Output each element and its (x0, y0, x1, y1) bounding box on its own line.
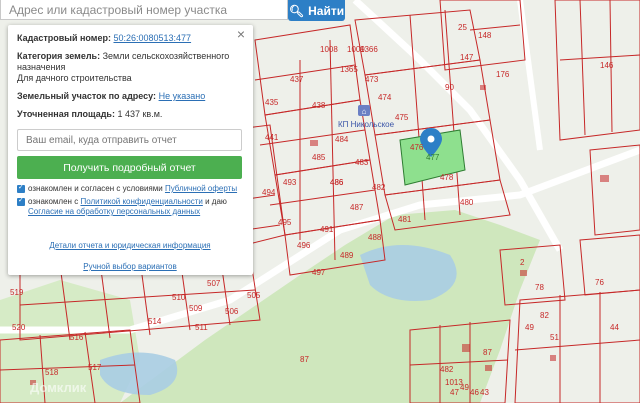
parcel-number-label: 438 (312, 101, 326, 110)
poi-icon: ⌂ (358, 105, 370, 116)
svg-text:⌂: ⌂ (362, 107, 367, 116)
close-icon[interactable]: × (237, 27, 245, 41)
parcel-number-label: 46 (470, 388, 479, 397)
parcel-number-label: 507 (207, 279, 221, 288)
parcel-number-label: 1365 (340, 65, 358, 74)
parcel-number-label: 25 (458, 23, 467, 32)
parcel-number-label: 484 (335, 135, 349, 144)
parcel-number-label: 482 (440, 365, 454, 374)
parcel-number-label: 485 (312, 153, 326, 162)
parcel-number-label: 518 (45, 368, 59, 377)
consent-privacy-checkbox[interactable] (17, 196, 25, 206)
selected-parcel-label: 477 (426, 153, 440, 162)
parcel-number-label: 483 (355, 158, 369, 167)
area-row: Уточненная площадь: 1 437 кв.м. (17, 109, 243, 120)
search-input[interactable] (0, 0, 288, 20)
parcel-number-label: 494 (262, 188, 276, 197)
consent-offer-text: ознакомлен и согласен с условиями (28, 184, 163, 193)
search-button[interactable]: 🔍︎ Найти (288, 0, 345, 21)
parcel-number-label: 495 (278, 218, 292, 227)
search-bar: 🔍︎ Найти (0, 0, 345, 22)
offer-link[interactable]: Публичной оферты (165, 184, 237, 193)
consent-offer: ознакомлен и согласен с условиями Публич… (17, 183, 243, 194)
category-row: Категория земель: Земли сельскохозяйстве… (17, 51, 243, 84)
parcel-number-label: 514 (148, 317, 162, 326)
parcel-number-label: 176 (496, 70, 510, 79)
cadastral-row: Кадастровый номер: 50:26:0080513:477 (17, 33, 243, 44)
parcel-number-label: 486 (330, 178, 344, 187)
parcel-number-label: 87 (483, 348, 492, 357)
parcel-number-label: 516 (70, 333, 84, 342)
parcel-number-label: 147 (460, 53, 474, 62)
parcel-number-label: 488 (368, 233, 382, 242)
parcel-number-label: 519 (10, 288, 24, 297)
parcel-number-label: 481 (398, 215, 412, 224)
parcel-number-label: 505 (247, 291, 261, 300)
get-report-button[interactable]: Получить подробный отчет (17, 156, 242, 179)
parcel-number-label: 2 (520, 258, 525, 267)
area-value: 1 437 кв.м. (117, 109, 163, 119)
parcel-number-label: 496 (297, 241, 311, 250)
address-value-link[interactable]: Не указано (159, 91, 206, 101)
parcel-number-label: 82 (540, 311, 549, 320)
parcel-number-label: 510 (172, 293, 186, 302)
parcel-number-label: 441 (265, 133, 279, 142)
email-field[interactable] (17, 129, 242, 151)
parcel-number-label: 493 (283, 178, 297, 187)
parcel-number-label: 78 (535, 283, 544, 292)
parcel-number-label: 435 (265, 98, 279, 107)
search-icon: 🔍︎ (288, 3, 305, 18)
parcel-number-label: 506 (225, 307, 239, 316)
parcel-number-label: 47 (450, 388, 459, 397)
parcel-number-label: 497 (312, 268, 326, 277)
parcel-number-label: 487 (350, 203, 364, 212)
parcel-number-label: 43 (480, 388, 489, 397)
search-button-label: Найти (308, 3, 345, 18)
parcel-number-label: 480 (460, 198, 474, 207)
consent-privacy-mid: и даю (205, 197, 227, 206)
cadastral-value-link[interactable]: 50:26:0080513:477 (113, 33, 191, 43)
parcel-number-label: 520 (12, 323, 26, 332)
parcel-number-label: 511 (195, 323, 208, 332)
parcel-number-label: 489 (340, 251, 354, 260)
parcel-number-label: 474 (378, 93, 392, 102)
poi-label: КП Никольское (338, 120, 395, 129)
parcel-number-label: 1008 (320, 45, 338, 54)
area-label: Уточненная площадь: (17, 109, 115, 119)
parcel-number-label: 148 (478, 31, 492, 40)
parcel-number-label: 491 (320, 225, 334, 234)
parcel-number-label: 90 (445, 83, 454, 92)
parcel-number-label: 509 (189, 304, 203, 313)
parcel-number-label: 437 (290, 75, 304, 84)
parcel-number-label: 476 (410, 143, 424, 152)
parcel-info-popup: × Кадастровый номер: 50:26:0080513:477 К… (8, 25, 253, 275)
category-label: Категория земель: (17, 51, 101, 61)
parcel-number-label: 49 (460, 383, 469, 392)
privacy-link[interactable]: Политикой конфиденциальности (80, 197, 202, 206)
parcel-number-label: 49 (525, 323, 534, 332)
parcel-number-label: 517 (88, 363, 102, 372)
parcel-number-label: 475 (395, 113, 409, 122)
parcel-number-label: 44 (610, 323, 619, 332)
address-row: Земельный участок по адресу: Не указано (17, 91, 243, 102)
parcel-number-label: 473 (365, 75, 379, 84)
parcel-number-label: 87 (300, 355, 309, 364)
parcel-number-label: 1366 (360, 45, 378, 54)
data-consent-link[interactable]: Согласие на обработку персональных данны… (28, 207, 200, 216)
details-link[interactable]: Детали отчета и юридическая информация (17, 241, 243, 250)
parcel-number-label: 478 (440, 173, 454, 182)
parcel-number-label: 482 (372, 183, 386, 192)
cadastral-label: Кадастровый номер: (17, 33, 111, 43)
usage-value: Для дачного строительства (17, 73, 132, 83)
consent-offer-checkbox[interactable] (17, 183, 25, 193)
consent-privacy: ознакомлен с Политикой конфиденциальност… (17, 196, 243, 217)
consent-privacy-text: ознакомлен с (28, 197, 79, 206)
watermark: Домклик (30, 380, 87, 395)
manual-selection-link[interactable]: Ручной выбор вариантов (17, 262, 243, 271)
address-label: Земельный участок по адресу: (17, 91, 157, 101)
parcel-number-label: 76 (595, 278, 604, 287)
parcel-number-label: 51 (550, 333, 559, 342)
parcel-number-label: 146 (600, 61, 614, 70)
